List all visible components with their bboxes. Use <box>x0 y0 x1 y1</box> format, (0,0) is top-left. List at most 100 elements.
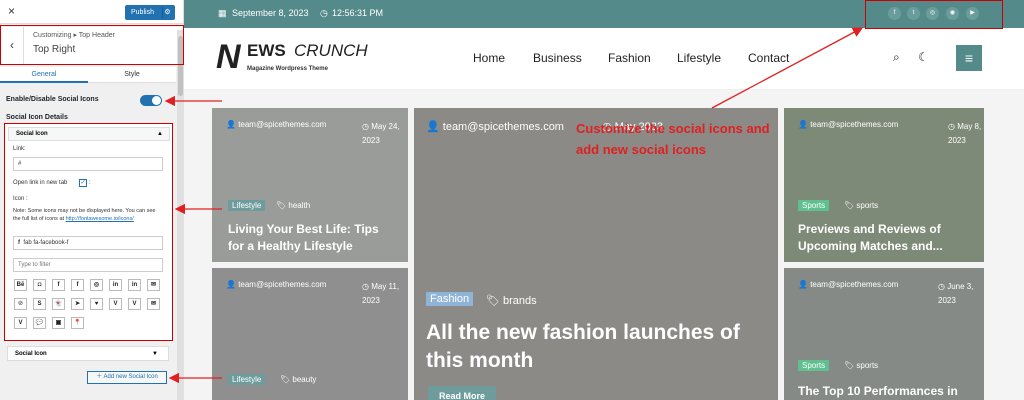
post-author[interactable]: team@spicethemes.com <box>810 280 898 289</box>
behance-icon[interactable]: Bē <box>14 279 27 291</box>
scrollbar[interactable] <box>177 30 184 400</box>
heart-icon[interactable]: ♥ <box>90 298 103 310</box>
logo-letter[interactable]: N <box>216 38 241 77</box>
post-tag[interactable]: health <box>288 201 310 210</box>
link-label: Link: <box>13 146 26 152</box>
nav-business[interactable]: Business <box>533 51 582 65</box>
post-title-line2[interactable]: Upcoming Matches and... <box>798 239 943 253</box>
add-button-label: Add new Social Icon <box>103 374 158 380</box>
logo-tagline: Magazine Wordpress Theme <box>247 66 328 72</box>
envelope-icon[interactable]: ✉ <box>147 298 160 310</box>
site-preview: ▦ September 8, 2023 ◷ 12:56:31 PM f t ◎ … <box>184 0 1024 400</box>
post-card[interactable]: 👤 team@spicethemes.com ◷ June 3, 2023 Sp… <box>784 268 984 400</box>
pinterest-icon[interactable]: ℗ <box>14 298 27 310</box>
category-badge[interactable]: Sports <box>798 360 830 371</box>
social-icon-title-2: Social Icon <box>15 351 47 357</box>
wechat-icon[interactable]: 💬 <box>33 317 46 329</box>
colon-text: : <box>89 180 91 186</box>
publish-button[interactable]: Publish ⚙ <box>125 5 175 20</box>
facebook-icon[interactable]: f <box>52 279 65 291</box>
post-tag[interactable]: brands <box>503 295 537 307</box>
social-icon-header[interactable]: Social Icon ▲ <box>8 127 170 141</box>
social-icon-collapsed[interactable]: Social Icon ▼ <box>7 346 169 361</box>
post-tag[interactable]: sports <box>856 201 878 210</box>
new-tab-label: Open link in new tab <box>13 180 68 186</box>
telegram-icon[interactable]: ➤ <box>71 298 84 310</box>
youtube-icon[interactable]: ▣ <box>52 317 65 329</box>
post-date: May 8, 2023 <box>948 122 982 145</box>
clock-icon: ◷ <box>320 8 328 18</box>
map-pin-icon[interactable]: 📍 <box>71 317 84 329</box>
link-input[interactable]: # <box>13 157 163 171</box>
discord-icon[interactable]: ◘ <box>33 279 46 291</box>
post-title[interactable]: All the new fashion launches of <box>426 321 740 345</box>
post-card[interactable]: 👤 team@spicethemes.com ◷ May 24, 2023 Li… <box>212 108 408 262</box>
logo-crunch[interactable]: CRUNCH <box>294 41 368 61</box>
annotation-line2: add new social icons <box>576 142 707 157</box>
site-header: N EWS CRUNCH Magazine Wordpress Theme Ho… <box>184 28 1024 90</box>
tab-style[interactable]: Style <box>88 67 176 83</box>
search-icon[interactable]: ⌕ <box>893 50 900 65</box>
vimeo-square-icon[interactable]: V <box>128 298 141 310</box>
icon-filter-input[interactable]: Type to filter <box>13 258 163 272</box>
customizer-topbar: × Publish ⚙ <box>0 0 183 24</box>
post-tag[interactable]: beauty <box>292 375 316 384</box>
vimeo-icon[interactable]: V <box>109 298 122 310</box>
nav-fashion[interactable]: Fashion <box>608 51 651 65</box>
post-author[interactable]: team@spicethemes.com <box>443 121 564 133</box>
logo-main[interactable]: EWS <box>247 41 286 61</box>
read-more-button[interactable]: Read More <box>428 386 496 400</box>
post-author[interactable]: team@spicethemes.com <box>238 120 326 129</box>
fontawesome-link[interactable]: http://fontawesome.io/icons/ <box>66 216 134 222</box>
post-title-line2[interactable]: for a Healthy Lifestyle <box>228 239 353 253</box>
nav-home[interactable]: Home <box>473 51 505 65</box>
caret-down-icon[interactable]: ▼ <box>152 347 158 361</box>
caret-up-icon[interactable]: ▲ <box>157 128 163 141</box>
enable-social-label: Enable/Disable Social Icons <box>6 96 99 103</box>
calendar-icon: ▦ <box>218 8 227 18</box>
category-badge[interactable]: Fashion <box>426 292 474 306</box>
linkedin-square-icon[interactable]: in <box>128 279 141 291</box>
post-author[interactable]: team@spicethemes.com <box>810 120 898 129</box>
add-social-icon-button[interactable]: ＋ Add new Social Icon <box>87 371 167 384</box>
header-time: 12:56:31 PM <box>332 8 384 18</box>
post-card[interactable]: 👤 team@spicethemes.com ◷ May 8, 2023 Spo… <box>784 108 984 262</box>
facebook-square-icon[interactable]: f <box>71 279 84 291</box>
snapchat-icon[interactable]: 👻 <box>52 298 65 310</box>
nav-lifestyle[interactable]: Lifestyle <box>677 51 721 65</box>
gear-icon[interactable]: ⚙ <box>162 7 172 18</box>
publish-label: Publish <box>131 9 154 16</box>
post-tag[interactable]: sports <box>856 361 878 370</box>
post-date: May 24, 2023 <box>362 122 400 145</box>
post-date: June 3, 2023 <box>938 282 974 305</box>
close-icon[interactable]: × <box>8 4 15 18</box>
post-title[interactable]: Previews and Reviews of <box>798 222 941 236</box>
social-icon-title: Social Icon <box>16 131 48 137</box>
mail-icon[interactable]: ✉ <box>147 279 160 291</box>
hamburger-menu-icon[interactable]: ≡ <box>956 45 982 71</box>
annotation-line1: Customize the social icons and <box>576 121 770 136</box>
icon-input[interactable]: f fab fa-facebook-f <box>13 236 163 250</box>
dark-mode-icon[interactable]: ☾ <box>918 50 929 64</box>
social-icons-toggle[interactable] <box>140 95 162 106</box>
category-badge[interactable]: Sports <box>798 200 830 211</box>
skype-icon[interactable]: S <box>33 298 46 310</box>
category-badge[interactable]: Lifestyle <box>228 200 266 211</box>
annotation-box-header <box>0 25 184 65</box>
post-title[interactable]: Living Your Best Life: Tips <box>228 222 379 236</box>
post-title-line2[interactable]: this month <box>426 349 533 373</box>
tab-general[interactable]: General <box>0 67 88 83</box>
social-details-label: Social Icon Details <box>6 114 68 121</box>
nav-contact[interactable]: Contact <box>748 51 789 65</box>
header-date: September 8, 2023 <box>232 8 309 18</box>
post-card[interactable]: 👤 team@spicethemes.com ◷ May 11, 2023 Li… <box>212 268 408 400</box>
linkedin-icon[interactable]: in <box>109 279 122 291</box>
post-title[interactable]: The Top 10 Performances in <box>798 384 958 398</box>
icon-label: Icon : <box>13 196 28 202</box>
vine-icon[interactable]: V <box>14 317 27 329</box>
category-badge[interactable]: Lifestyle <box>228 374 266 385</box>
instagram-icon[interactable]: ◎ <box>90 279 103 291</box>
icon-value: fab fa-facebook-f <box>23 240 69 246</box>
new-tab-checkbox[interactable]: ✓ <box>79 179 87 187</box>
post-author[interactable]: team@spicethemes.com <box>238 280 326 289</box>
